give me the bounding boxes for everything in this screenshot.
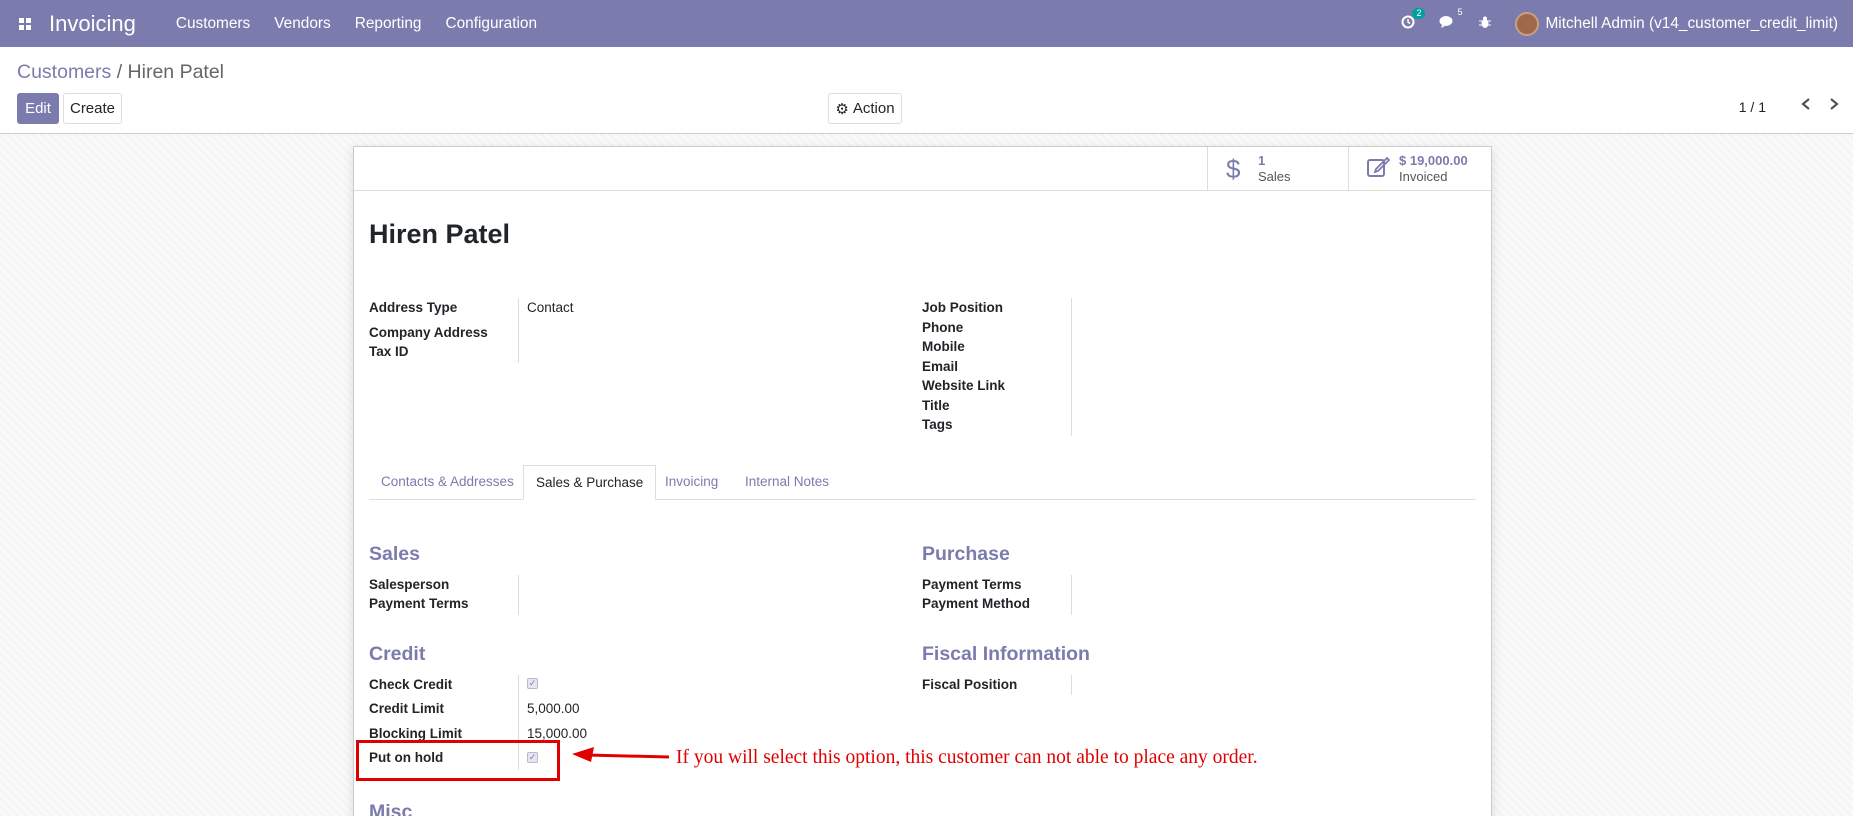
blocking-limit-value: 15,000.00 xyxy=(527,726,588,741)
credit-limit-label: Credit Limit xyxy=(369,701,445,716)
avatar xyxy=(1515,11,1540,36)
highlight-box xyxy=(356,740,560,781)
field-divider xyxy=(1071,675,1072,695)
sales-section-title: Sales xyxy=(369,543,420,565)
phone-label: Phone xyxy=(922,320,964,335)
breadcrumb: Customers / Hiren Patel xyxy=(17,61,224,84)
credit-section-title: Credit xyxy=(369,643,426,665)
field-divider xyxy=(1071,298,1072,436)
user-name: Mitchell Admin (v14_customer_credit_limi… xyxy=(1545,14,1838,32)
messages-icon[interactable]: 5 xyxy=(1439,8,1462,32)
apps-menu-icon[interactable] xyxy=(0,0,50,47)
action-label: Action xyxy=(852,100,895,117)
control-panel: Customers / Hiren Patel xyxy=(0,47,1853,134)
breadcrumb-current: Hiren Patel xyxy=(127,61,225,83)
app-name[interactable]: Invoicing xyxy=(49,11,136,37)
menu-configuration[interactable]: Configuration xyxy=(445,15,537,33)
tags-label: Tags xyxy=(922,417,953,432)
purchase-payment-terms-label: Payment Terms xyxy=(922,577,1022,592)
misc-section-title: Misc xyxy=(369,801,413,816)
salesperson-label: Salesperson xyxy=(369,577,450,592)
check-credit-checkbox[interactable]: ✓ xyxy=(527,678,538,689)
form-sheet: $ 1 Sales $ 19,000.00 Invoiced Hiren Pat… xyxy=(353,146,1492,816)
mobile-label: Mobile xyxy=(922,339,965,354)
purchase-section-title: Purchase xyxy=(922,543,1010,565)
debug-bug-icon[interactable] xyxy=(1479,16,1492,32)
sales-count: 1 xyxy=(1258,153,1266,168)
tab-invoicing[interactable]: Invoicing xyxy=(653,465,730,500)
create-button[interactable]: Create xyxy=(63,93,122,124)
invoiced-amount: $ 19,000.00 xyxy=(1399,153,1468,168)
address-type-label: Address Type xyxy=(369,300,458,315)
invoiced-label: Invoiced xyxy=(1399,169,1448,184)
activity-clock-icon[interactable]: 2 xyxy=(1401,8,1426,32)
sales-smart-button[interactable]: $ 1 Sales xyxy=(1207,147,1348,191)
sales-payment-terms-label: Payment Terms xyxy=(369,596,469,611)
partner-name: Hiren Patel xyxy=(369,219,511,249)
website-link-label: Website Link xyxy=(922,378,1006,393)
company-address-label: Company Address xyxy=(369,325,488,340)
menu-reporting[interactable]: Reporting xyxy=(355,15,422,33)
action-button[interactable]: ⚙ Action xyxy=(828,93,902,124)
tab-sales-purchase[interactable]: Sales & Purchase xyxy=(523,465,657,500)
tax-id-label: Tax ID xyxy=(369,344,409,359)
user-menu[interactable]: Mitchell Admin (v14_customer_credit_limi… xyxy=(1515,11,1838,36)
field-divider xyxy=(1071,575,1072,615)
sales-label: Sales xyxy=(1258,169,1291,184)
edit-pencil-icon xyxy=(1367,154,1399,185)
email-label: Email xyxy=(922,359,959,374)
pager-value[interactable]: 1 / 1 xyxy=(1739,99,1766,115)
gear-icon: ⚙ xyxy=(835,100,849,118)
fiscal-section-title: Fiscal Information xyxy=(922,643,1090,665)
address-type-value: Contact xyxy=(527,300,574,315)
job-position-label: Job Position xyxy=(922,300,1003,315)
chevron-left-icon[interactable] xyxy=(1801,97,1811,115)
title-label: Title xyxy=(922,398,950,413)
menu-customers[interactable]: Customers xyxy=(176,15,250,33)
notebook-tabs: Contacts & Addresses Sales & Purchase In… xyxy=(369,465,1476,500)
tab-internal-notes[interactable]: Internal Notes xyxy=(733,465,841,500)
payment-method-label: Payment Method xyxy=(922,596,1031,611)
activity-count-badge: 2 xyxy=(1412,8,1426,19)
edit-button[interactable]: Edit xyxy=(17,93,59,124)
invoiced-smart-button[interactable]: $ 19,000.00 Invoiced xyxy=(1348,147,1491,191)
breadcrumb-customers-link[interactable]: Customers xyxy=(17,61,111,83)
annotation-arrow-icon xyxy=(572,747,670,762)
field-divider xyxy=(518,575,519,615)
messages-count-badge: 5 xyxy=(1457,7,1463,17)
annotation-note: If you will select this option, this cus… xyxy=(676,747,1258,768)
smart-button-box: $ 1 Sales $ 19,000.00 Invoiced xyxy=(354,147,1491,191)
fiscal-position-label: Fiscal Position xyxy=(922,677,1018,692)
tab-contacts-addresses[interactable]: Contacts & Addresses xyxy=(369,465,526,500)
dollar-icon: $ xyxy=(1226,153,1241,184)
check-credit-label: Check Credit xyxy=(369,677,453,692)
credit-limit-value: 5,000.00 xyxy=(527,701,580,716)
top-navbar: Invoicing Customers Vendors Reporting Co… xyxy=(0,0,1853,47)
menu-vendors[interactable]: Vendors xyxy=(274,15,330,33)
pager-arrows xyxy=(1801,97,1839,115)
breadcrumb-separator: / xyxy=(116,61,123,83)
blocking-limit-label: Blocking Limit xyxy=(369,726,463,741)
field-divider xyxy=(518,298,519,363)
chevron-right-icon[interactable] xyxy=(1829,97,1839,115)
